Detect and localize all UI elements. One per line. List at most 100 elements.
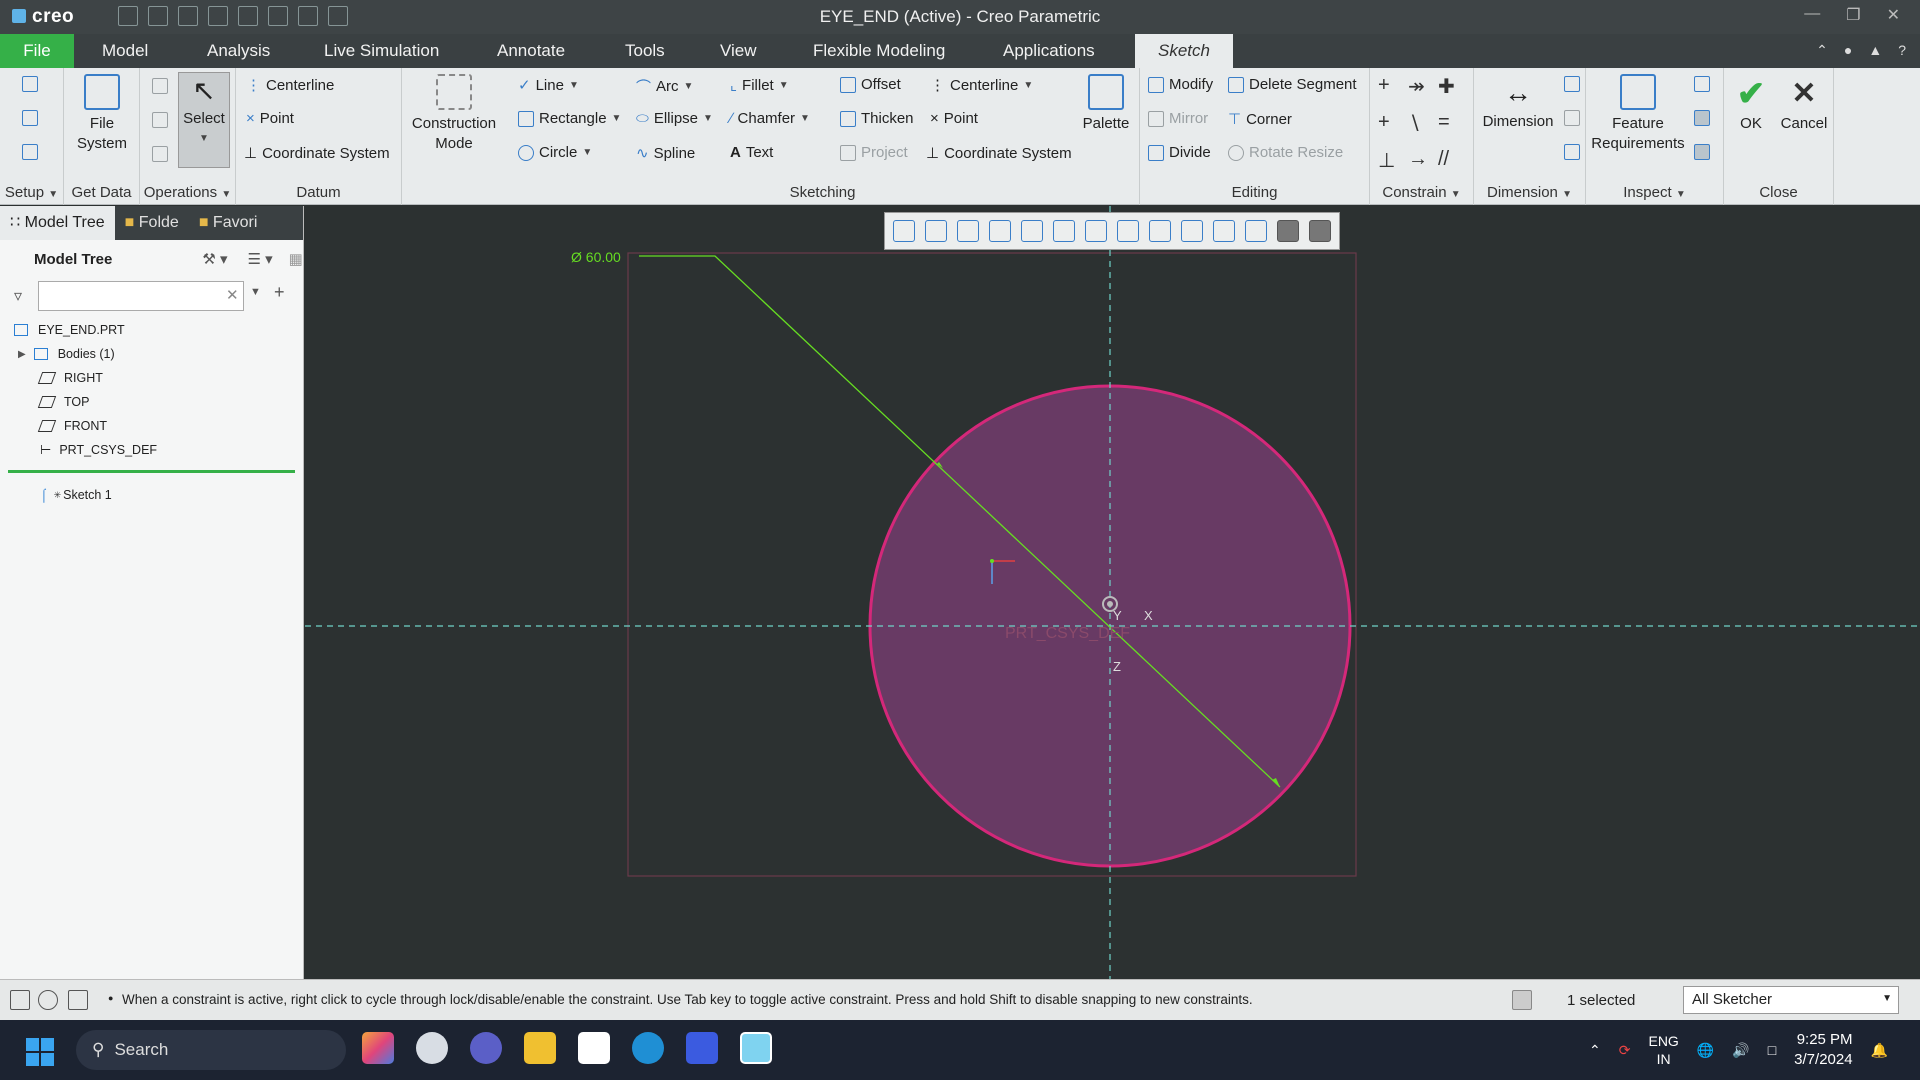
text-button[interactable]: A Text <box>730 144 773 161</box>
creo-taskbar-icon[interactable] <box>740 1032 772 1064</box>
notifications-icon[interactable]: 🔔 <box>1871 1042 1888 1059</box>
coincident-constraint-icon[interactable]: ∖ <box>1408 111 1438 136</box>
tab-model[interactable]: Model <box>92 34 158 68</box>
sketcher-display-icon[interactable] <box>1277 220 1299 242</box>
tab-applications[interactable]: Applications <box>993 34 1105 68</box>
file-system-button[interactable]: File System <box>70 74 134 154</box>
sketch-setup-icon[interactable] <box>22 76 38 92</box>
filter-display-icon[interactable]: ▦ <box>289 250 303 268</box>
dimension-button[interactable]: ↔ Dimension <box>1478 74 1558 132</box>
sketch-view-icon[interactable] <box>1245 220 1267 242</box>
delete-segment-button[interactable]: Delete Segment <box>1228 76 1357 93</box>
constraint-display-icon[interactable] <box>1309 220 1331 242</box>
clear-search-icon[interactable]: ✕ <box>226 286 239 304</box>
appearance-icon[interactable] <box>1213 220 1235 242</box>
tab-file[interactable]: File <box>0 34 74 68</box>
help-icon[interactable]: ? <box>1898 42 1906 59</box>
model-tree-search-input[interactable] <box>38 281 244 311</box>
mathcad-icon[interactable] <box>686 1032 718 1064</box>
volume-icon[interactable]: 🔊 <box>1732 1042 1749 1059</box>
chamfer-button[interactable]: ∕ Chamfer ▼ <box>730 110 810 127</box>
tree-item-part[interactable]: EYE_END.PRT <box>0 318 303 342</box>
tab-favorites[interactable]: ■ Favori <box>189 206 268 240</box>
tab-sketch[interactable]: Sketch <box>1135 34 1233 68</box>
browser-toggle-icon[interactable] <box>38 990 58 1010</box>
thicken-button[interactable]: Thicken <box>840 110 914 127</box>
graphics-area[interactable]: Ø 60.00 PRT_CSYS_DEF X Y Z <box>305 206 1920 979</box>
annotation-display-icon[interactable] <box>1181 220 1203 242</box>
sketch-centerline-button[interactable]: ⋮ Centerline ▼ <box>930 76 1033 95</box>
add-icon[interactable]: + <box>274 282 285 303</box>
sketch-csys-button[interactable]: ⊥ Coordinate System <box>926 144 1072 163</box>
datum-centerline-button[interactable]: ⋮ Centerline <box>246 76 334 95</box>
filter-icon[interactable]: ▿ <box>14 286 22 306</box>
shade-closed-loops-icon[interactable] <box>1694 144 1710 160</box>
arc-button[interactable]: ⌒ Arc ▼ <box>636 76 693 97</box>
feature-requirements-button[interactable]: Feature Requirements <box>1588 74 1688 154</box>
mirror-button[interactable]: Mirror <box>1148 110 1208 127</box>
sketch-canvas[interactable]: Ø 60.00 PRT_CSYS_DEF X Y Z <box>305 206 1920 979</box>
tree-item-csys[interactable]: ⊢ PRT_CSYS_DEF <box>0 438 303 462</box>
rotate-resize-button[interactable]: Rotate Resize <box>1228 144 1343 161</box>
user-icon[interactable]: ● <box>1844 42 1852 59</box>
tab-model-tree[interactable]: ∷ Model Tree <box>0 206 115 240</box>
battery-icon[interactable]: □ <box>1768 1042 1776 1058</box>
datum-point-button[interactable]: × Point <box>246 110 294 127</box>
tab-analysis[interactable]: Analysis <box>197 34 280 68</box>
expand-arrow-icon[interactable]: ▶ <box>18 349 26 360</box>
full-screen-icon[interactable] <box>68 990 88 1010</box>
equal-constraint-icon[interactable]: = <box>1438 111 1468 136</box>
tab-annotate[interactable]: Annotate <box>487 34 575 68</box>
settings-icon[interactable]: ⚒ ▾ <box>202 250 227 268</box>
zoom-in-icon[interactable] <box>925 220 947 242</box>
tab-folder-browser[interactable]: ■ Folde <box>115 206 189 240</box>
datum-display-icon[interactable] <box>1117 220 1139 242</box>
learning-icon[interactable]: ▲ <box>1868 42 1882 59</box>
paste-icon[interactable] <box>152 146 168 162</box>
divide-button[interactable]: Divide <box>1148 144 1211 161</box>
tree-item-right[interactable]: RIGHT <box>0 366 303 390</box>
network-icon[interactable]: 🌐 <box>1697 1042 1714 1059</box>
tab-tools[interactable]: Tools <box>615 34 675 68</box>
windows-start-icon[interactable] <box>26 1038 54 1066</box>
sketch-view-icon[interactable] <box>22 144 38 160</box>
corner-button[interactable]: ⊤ Corner <box>1228 110 1292 129</box>
perimeter-icon[interactable] <box>1564 76 1580 92</box>
show-icon[interactable]: ☰ ▾ <box>248 250 273 268</box>
group-label[interactable]: Constrain ▼ <box>1370 184 1473 201</box>
modify-button[interactable]: Modify <box>1148 76 1213 93</box>
saved-orientations-icon[interactable] <box>1053 220 1075 242</box>
spline-button[interactable]: ∿ Spline <box>636 144 695 163</box>
insert-here-marker[interactable] <box>8 470 295 473</box>
group-label[interactable]: Dimension ▼ <box>1474 184 1585 201</box>
parallel-constraint-icon[interactable]: // <box>1438 148 1468 173</box>
spin-center-icon[interactable] <box>1149 220 1171 242</box>
zoom-out-icon[interactable] <box>957 220 979 242</box>
sketch-point-button[interactable]: × Point <box>930 110 978 127</box>
diameter-dimension-text[interactable]: Ø 60.00 <box>571 249 621 265</box>
ok-button[interactable]: ✔ OK <box>1728 74 1774 134</box>
highlight-open-ends-icon[interactable] <box>1694 110 1710 126</box>
file-explorer-icon[interactable] <box>524 1032 556 1064</box>
symmetric-constraint-icon[interactable]: → <box>1408 148 1438 173</box>
copilot-icon[interactable] <box>362 1032 394 1064</box>
navigator-toggle-icon[interactable] <box>10 990 30 1010</box>
perpendicular-constraint-icon[interactable]: ⊥ <box>1378 148 1408 173</box>
view-manager-icon[interactable] <box>1085 220 1107 242</box>
tree-item-top[interactable]: TOP <box>0 390 303 414</box>
overlapping-geometry-icon[interactable] <box>1694 76 1710 92</box>
tab-live-simulation[interactable]: Live Simulation <box>314 34 449 68</box>
sync-icon[interactable]: ⟳ <box>1619 1042 1631 1059</box>
selection-filter-dropdown[interactable]: All Sketcher ▼ <box>1683 986 1899 1014</box>
taskbar-clock[interactable]: 9:25 PM 3/7/2024 <box>1794 1030 1852 1070</box>
line-button[interactable]: ✓ Line ▼ <box>518 76 579 95</box>
select-button[interactable]: ↖ Select ▼ <box>178 72 230 168</box>
midpoint-constraint-icon[interactable]: ✚ <box>1438 74 1468 99</box>
language-indicator[interactable]: ENG IN <box>1648 1032 1678 1068</box>
horizontal-constraint-icon[interactable]: + <box>1378 111 1408 136</box>
rectangle-button[interactable]: Rectangle ▼ <box>518 110 621 127</box>
selection-count[interactable]: 1 selected <box>1567 992 1635 1009</box>
group-label[interactable]: Setup ▼ <box>0 184 63 201</box>
tab-flexible-modeling[interactable]: Flexible Modeling <box>803 34 955 68</box>
repaint-icon[interactable] <box>989 220 1011 242</box>
